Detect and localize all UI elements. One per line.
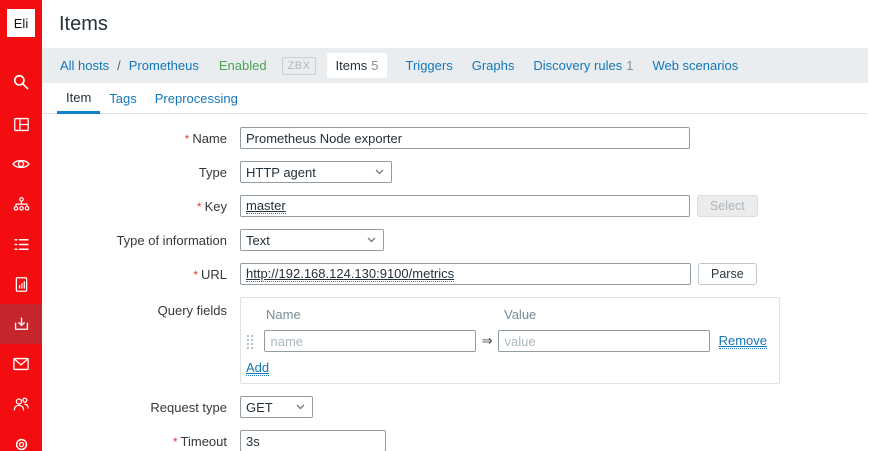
type-label: Type [199,165,227,180]
form-row-request-type: Request type GET [42,396,870,418]
type-of-information-label: Type of information [116,233,227,248]
url-parse-button[interactable]: Parse [698,263,757,285]
breadcrumb-separator: / [117,58,121,73]
required-marker: * [173,435,178,449]
name-input[interactable] [240,127,690,149]
query-fields-label: Query fields [158,303,227,318]
report-chart-icon [12,275,31,294]
eye-icon [11,154,31,174]
breadcrumb-host-link[interactable]: Prometheus [129,58,199,73]
sidebar-item-reports[interactable] [0,264,42,304]
app-logo[interactable]: Eli [7,9,35,37]
drag-handle-icon[interactable] [246,334,255,349]
form-row-url: *URL http://192.168.124.130:9100/metrics… [42,263,870,285]
gear-icon [12,435,31,451]
host-nav-web-scenarios-link[interactable]: Web scenarios [652,58,738,73]
host-nav: Items5 Triggers Graphs Discovery rules1 … [327,53,757,78]
query-fields-value-header: Value [504,307,536,322]
key-input[interactable]: master [240,195,690,217]
search-icon [11,72,31,92]
form-row-key: *Key master Select [42,195,870,217]
discovery-rules-count: 1 [626,58,633,73]
query-field-row: ⇒ Remove [246,330,767,352]
key-input-value: master [246,199,286,214]
host-nav-items-label: Items [335,58,367,73]
request-type-value: GET [246,400,273,415]
zbx-availability-badge: ZBX [282,57,317,75]
breadcrumb: All hosts / Prometheus Enabled ZBX Items… [42,48,868,83]
sidebar-item-data-collection[interactable] [0,304,42,344]
url-input-value: http://192.168.124.130:9100/metrics [246,267,454,282]
host-nav-items-active[interactable]: Items 5 [327,53,386,78]
timeout-label: Timeout [181,434,227,449]
users-icon [11,394,31,414]
query-fields-table: Name Value ⇒ Remove Add [240,297,780,384]
url-label: URL [201,267,227,282]
download-tray-icon [12,315,31,334]
sidebar-item-inventory[interactable] [0,224,42,264]
query-fields-name-header: Name [266,307,504,322]
envelope-icon [11,354,31,374]
page-title: Items [59,13,108,36]
host-status-enabled: Enabled [219,58,267,73]
key-select-button[interactable]: Select [697,195,758,217]
tab-item[interactable]: Item [57,83,100,114]
hierarchy-icon [12,195,31,214]
key-label: Key [205,199,227,214]
timeout-input[interactable] [240,430,386,451]
query-field-add-link[interactable]: Add [246,360,269,376]
chevron-down-icon [296,404,305,410]
form-row-type-of-information: Type of information Text [42,229,870,251]
type-select[interactable]: HTTP agent [240,161,392,183]
chevron-down-icon [367,237,376,243]
items-count: 5 [371,58,378,73]
request-type-select[interactable]: GET [240,396,313,418]
form-row-name: *Name [42,127,870,149]
query-field-name-input[interactable] [264,330,475,352]
form-row-type: Type HTTP agent [42,161,870,183]
host-nav-discovery-rules-link[interactable]: Discovery rules [533,58,622,73]
required-marker: * [197,200,202,214]
item-form: *Name Type HTTP agent *Key master Select… [42,114,870,451]
sidebar-item-services[interactable] [0,184,42,224]
dashboard-grid-icon [12,115,31,134]
main-content: Items All hosts / Prometheus Enabled ZBX… [42,0,870,451]
sidebar-item-dashboards[interactable] [0,104,42,144]
required-marker: * [185,132,190,146]
sidebar-item-alerts[interactable] [0,344,42,384]
request-type-label: Request type [150,400,227,415]
type-select-value: HTTP agent [246,165,316,180]
maps-to-arrow: ⇒ [482,333,493,349]
query-field-value-input[interactable] [498,330,709,352]
sidebar-item-monitoring[interactable] [0,144,42,184]
sidebar: Eli [0,0,42,451]
tab-tags[interactable]: Tags [100,83,145,114]
sidebar-item-users[interactable] [0,384,42,424]
breadcrumb-all-hosts-link[interactable]: All hosts [60,58,109,73]
name-label: Name [192,131,227,146]
chevron-down-icon [375,169,384,175]
sidebar-item-search[interactable] [0,62,42,102]
type-of-information-select[interactable]: Text [240,229,384,251]
sidebar-item-administration[interactable] [0,424,42,451]
query-field-remove-link[interactable]: Remove [719,333,767,349]
form-row-query-fields: Query fields Name Value ⇒ Remove Add [42,297,870,384]
list-icon [12,235,31,254]
host-nav-discovery-rules[interactable]: Discovery rules 1 [533,58,633,73]
page-header: Items [42,0,870,48]
type-of-information-value: Text [246,233,270,248]
url-input[interactable]: http://192.168.124.130:9100/metrics [240,263,691,285]
required-marker: * [193,268,198,282]
host-nav-graphs-link[interactable]: Graphs [472,58,515,73]
form-row-timeout: *Timeout [42,430,870,451]
host-nav-triggers-link[interactable]: Triggers [406,58,453,73]
tab-preprocessing[interactable]: Preprocessing [146,83,247,114]
tab-bar: Item Tags Preprocessing [42,83,868,114]
